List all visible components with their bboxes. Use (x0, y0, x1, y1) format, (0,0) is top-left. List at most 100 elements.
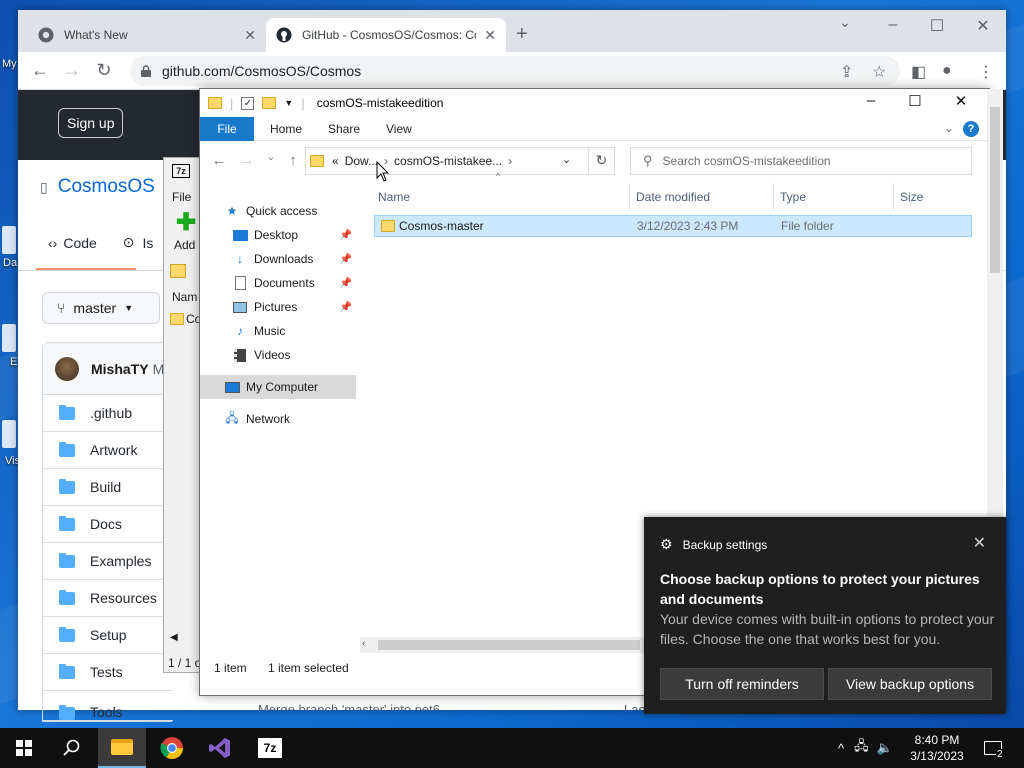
menu-icon[interactable]: ⋮ (978, 62, 994, 82)
new-tab-button[interactable]: + (516, 23, 528, 46)
qa-dropdown-icon[interactable]: ▼ (284, 98, 293, 108)
up-button[interactable]: ↑ (282, 152, 304, 169)
close-icon[interactable]: ✕ (973, 533, 986, 553)
nav-item-pictures[interactable]: Pictures 📌 (200, 295, 356, 319)
scroll-left-icon[interactable]: ◀ (170, 632, 178, 643)
start-button[interactable] (0, 728, 48, 768)
bookmark-star-icon[interactable]: ☆ (872, 62, 886, 82)
nav-item-downloads[interactable]: ↓ Downloads 📌 (200, 247, 356, 271)
maximize-button[interactable]: ☐ (922, 16, 952, 36)
ribbon-tab-home[interactable]: Home (260, 117, 312, 141)
close-icon[interactable]: ✕ (244, 27, 256, 44)
forward-button[interactable]: → (236, 152, 258, 169)
file-row[interactable]: Tests (43, 654, 173, 691)
file-name[interactable]: Docs (90, 516, 122, 532)
sevenzip-menu-file[interactable]: File (172, 190, 191, 204)
file-name[interactable]: Tests (90, 664, 123, 680)
sevenzip-row[interactable]: Co (170, 312, 201, 326)
chevron-up-icon[interactable]: ^ (838, 741, 844, 756)
breadcrumb-part[interactable]: cosmOS-mistakee... (394, 154, 502, 168)
share-icon[interactable]: ⇪ (840, 62, 853, 82)
nav-item-videos[interactable]: Videos (200, 343, 356, 367)
file-row[interactable]: Setup (43, 617, 173, 654)
taskbar-visual-studio[interactable] (196, 728, 244, 768)
up-folder-icon[interactable] (170, 264, 186, 278)
maximize-button[interactable]: ☐ (892, 92, 938, 110)
scroll-left-icon[interactable]: ‹ (362, 638, 365, 649)
forward-button[interactable]: → (60, 60, 84, 81)
search-button[interactable] (48, 728, 96, 768)
profile-icon[interactable]: ● (942, 62, 952, 80)
file-name[interactable]: Resources (90, 590, 157, 606)
pin-icon[interactable]: 📌 (340, 278, 352, 289)
tab-github[interactable]: GitHub - CosmosOS/Cosmos: Co ✕ (266, 18, 506, 52)
pin-icon[interactable]: 📌 (340, 230, 352, 241)
close-icon[interactable]: ✕ (484, 27, 496, 44)
side-panel-icon[interactable]: ◧ (911, 62, 926, 82)
branch-selector[interactable]: ⑂ master ▼ (42, 292, 160, 324)
nav-item-quick-access[interactable]: ★ Quick access (200, 199, 356, 223)
chevron-right-icon[interactable]: › (508, 154, 512, 168)
desktop-icon[interactable] (2, 324, 16, 352)
file-name[interactable]: Setup (90, 627, 127, 643)
scrollbar-thumb[interactable] (378, 640, 640, 650)
pin-icon[interactable]: 📌 (340, 254, 352, 265)
nav-item-documents[interactable]: Documents 📌 (200, 271, 356, 295)
taskbar-file-explorer[interactable] (98, 728, 146, 768)
file-name[interactable]: Tools (90, 704, 123, 720)
tab-issues[interactable]: Is (143, 235, 154, 251)
file-name[interactable]: Artwork (90, 442, 137, 458)
file-row[interactable]: Artwork (43, 432, 173, 469)
table-row[interactable]: Cosmos-master 3/12/2023 2:43 PM File fol… (374, 215, 972, 237)
nav-item-network[interactable]: 🖧 Network (200, 407, 356, 431)
view-backup-options-button[interactable]: View backup options (828, 668, 992, 700)
nav-item-desktop[interactable]: Desktop 📌 (200, 223, 356, 247)
breadcrumb[interactable]: « Dow... › cosmOS-mistakee... › ⌄ (305, 147, 615, 175)
column-header-type[interactable]: Type (776, 183, 894, 211)
back-button[interactable]: ← (208, 152, 230, 169)
file-name[interactable]: .github (90, 405, 132, 421)
nav-item-music[interactable]: ♪ Music (200, 319, 356, 343)
minimize-button[interactable]: – (848, 92, 894, 109)
nav-item-my-computer[interactable]: My Computer (200, 375, 356, 399)
new-folder-icon[interactable] (262, 97, 277, 109)
file-row[interactable]: Tools (43, 691, 173, 721)
reload-button[interactable]: ↻ (92, 60, 116, 81)
help-icon[interactable]: ? (963, 121, 979, 137)
ribbon-tab-file[interactable]: File (200, 117, 254, 141)
horizontal-scrollbar[interactable]: ‹ (360, 637, 660, 653)
pin-icon[interactable]: 📌 (340, 302, 352, 313)
file-row[interactable]: Docs (43, 506, 173, 543)
network-icon[interactable]: 🖧 (854, 737, 869, 759)
breadcrumb-overflow[interactable]: « (332, 154, 339, 168)
taskbar-7zip[interactable]: 7z (246, 728, 294, 768)
turn-off-reminders-button[interactable]: Turn off reminders (660, 668, 824, 700)
repo-name[interactable]: ▯ CosmosOS (40, 176, 155, 198)
address-dropdown-icon[interactable]: ⌄ (562, 153, 571, 166)
file-name[interactable]: Cosmos-master (399, 219, 484, 233)
ribbon-tab-view[interactable]: View (376, 117, 422, 141)
taskbar-chrome[interactable] (148, 728, 196, 768)
avatar[interactable] (55, 356, 79, 381)
volume-icon[interactable]: 🔈 (877, 740, 893, 756)
file-name[interactable]: Build (90, 479, 121, 495)
address-bar[interactable]: github.com/CosmosOS/Cosmos (130, 56, 900, 86)
search-input[interactable]: ⚲ Search cosmOS-mistakeedition (630, 147, 972, 175)
desktop-icon[interactable] (2, 226, 16, 254)
expand-ribbon-icon[interactable]: ⌄ (944, 121, 954, 135)
taskbar-clock[interactable]: 8:40 PM 3/13/2023 (902, 732, 972, 764)
breadcrumb-part[interactable]: Dow... (345, 154, 378, 168)
file-name[interactable]: Examples (90, 553, 151, 569)
tab-search-icon[interactable]: ⌄ (830, 14, 860, 31)
properties-icon[interactable]: ✓ (241, 96, 255, 110)
sign-up-button[interactable]: Sign up (58, 108, 124, 138)
recent-dropdown-icon[interactable]: ⌄ (260, 152, 282, 163)
refresh-button[interactable]: ↻ (588, 147, 614, 175)
ribbon-tab-share[interactable]: Share (318, 117, 370, 141)
add-button[interactable]: Add (174, 238, 195, 252)
tab-whats-new[interactable]: What's New ✕ (28, 18, 266, 52)
desktop-icon[interactable] (2, 420, 16, 448)
column-header-size[interactable]: Size (896, 183, 972, 211)
file-row[interactable]: Resources (43, 580, 173, 617)
file-row[interactable]: Build (43, 469, 173, 506)
